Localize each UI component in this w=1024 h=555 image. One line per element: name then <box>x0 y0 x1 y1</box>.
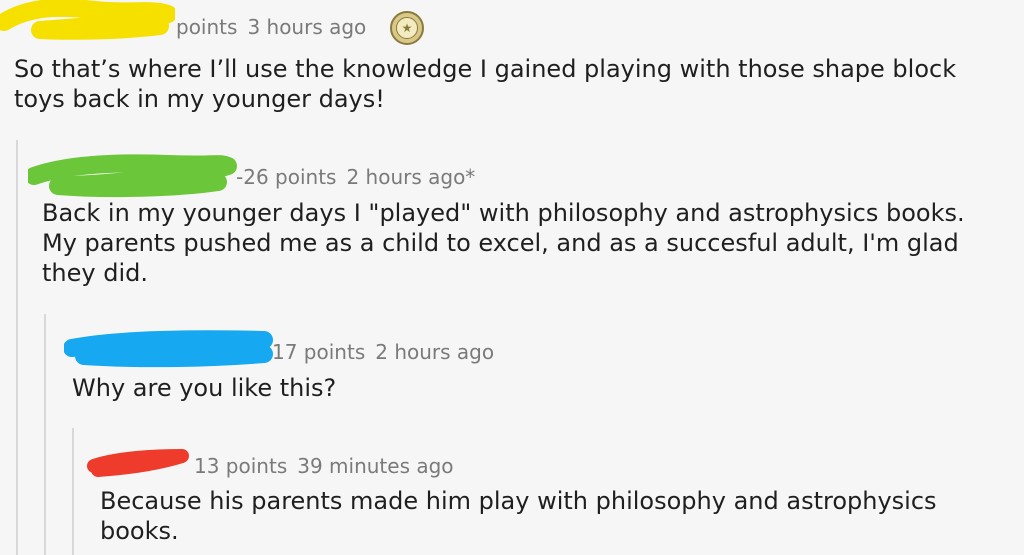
redaction-scribble <box>87 449 189 477</box>
comment-body: Because his parents made him play with p… <box>100 487 937 545</box>
username-redaction <box>87 449 189 477</box>
comment-score: 13 points <box>194 454 288 478</box>
comment-time: 39 minutes ago <box>297 454 454 478</box>
comment-meta: 13 points 39 minutes ago <box>194 454 464 478</box>
comment-4: 13 points 39 minutes ago Because his pare… <box>0 0 1024 555</box>
